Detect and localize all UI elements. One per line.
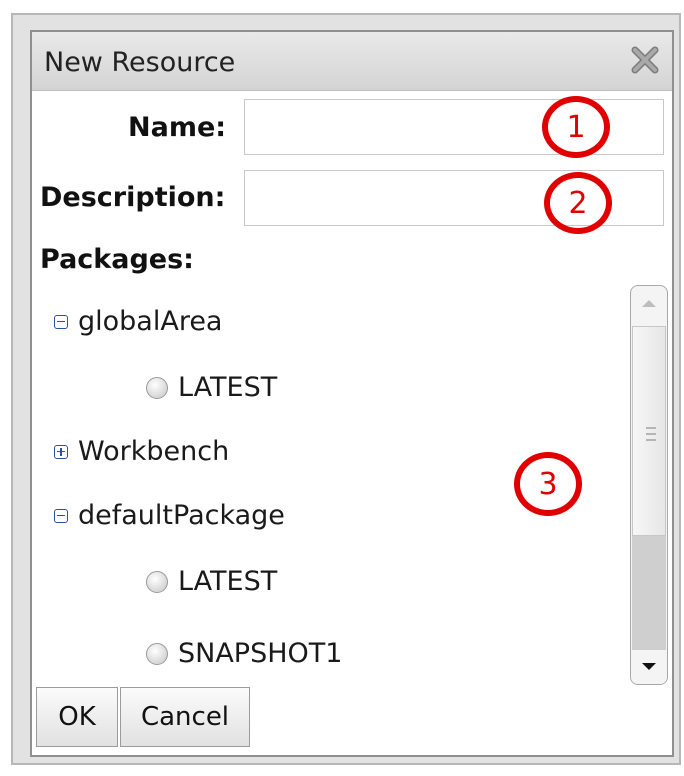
tree-node-globalarea[interactable]: globalArea — [54, 306, 222, 337]
description-label: Description: — [40, 182, 226, 213]
packages-label: Packages: — [40, 244, 194, 275]
expand-icon[interactable] — [54, 444, 68, 459]
name-label: Name: — [128, 112, 227, 143]
tree-leaf-label: SNAPSHOT1 — [178, 638, 343, 669]
scroll-up-icon[interactable] — [631, 286, 667, 320]
radio-button[interactable] — [146, 642, 168, 665]
cancel-button[interactable]: Cancel — [120, 687, 250, 747]
name-field[interactable] — [244, 99, 664, 155]
scroll-down-icon[interactable] — [631, 650, 667, 684]
packages-scrollbar[interactable] — [630, 285, 668, 685]
collapse-icon[interactable] — [54, 508, 68, 523]
radio-button[interactable] — [146, 570, 168, 593]
tree-leaf-defaultpackage-snapshot1[interactable]: SNAPSHOT1 — [146, 638, 342, 669]
packages-tree[interactable]: globalArea LATEST Workbench defaultPacka… — [38, 292, 652, 712]
dialog-title: New Resource — [44, 47, 236, 78]
tree-node-label: defaultPackage — [78, 500, 285, 531]
tree-leaf-label: LATEST — [178, 566, 278, 597]
tree-leaf-defaultpackage-latest[interactable]: LATEST — [146, 566, 277, 597]
tree-leaf-globalarea-latest[interactable]: LATEST — [146, 372, 277, 403]
dialog-titlebar[interactable]: New Resource — [32, 32, 672, 91]
tree-node-workbench[interactable]: Workbench — [54, 436, 229, 467]
tree-node-defaultpackage[interactable]: defaultPackage — [54, 500, 285, 531]
ok-button[interactable]: OK — [36, 687, 118, 747]
radio-button[interactable] — [146, 376, 168, 399]
tree-leaf-label: LATEST — [178, 372, 278, 403]
description-field[interactable] — [244, 170, 664, 226]
collapse-icon[interactable] — [54, 314, 68, 329]
tree-node-label: Workbench — [78, 436, 230, 467]
scroll-thumb[interactable] — [632, 326, 666, 536]
scroll-track[interactable] — [632, 536, 666, 650]
close-icon[interactable] — [628, 43, 662, 77]
new-resource-dialog: New Resource Name: 1 Description: 2 Pack… — [30, 30, 674, 757]
tree-node-label: globalArea — [78, 306, 223, 337]
